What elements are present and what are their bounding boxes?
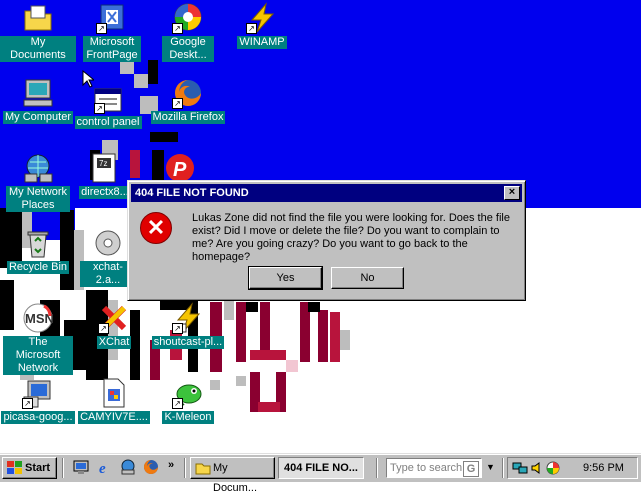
shortcut-arrow-icon: ↗ bbox=[172, 323, 183, 334]
task-button-my-documents[interactable]: My Docum... bbox=[190, 457, 275, 494]
desktop-icon-label: Google Deskt... bbox=[162, 36, 214, 62]
desktop-icon-label: picasa-goog... bbox=[1, 411, 75, 424]
desktop-icon-label: My Network Places bbox=[6, 186, 70, 212]
taskbar-separator bbox=[62, 458, 64, 478]
desktop-icon-label: Recycle Bin bbox=[6, 261, 70, 274]
desktop-icon-picasa[interactable]: ↗ picasa-goog... bbox=[0, 377, 76, 424]
google-desktop-icon: ↗ bbox=[172, 2, 204, 34]
folder-documents-icon bbox=[22, 2, 54, 34]
network-quicklaunch-icon[interactable] bbox=[120, 459, 136, 475]
desktop-icon-winamp[interactable]: ↗ WINAMP bbox=[224, 2, 300, 49]
desktop-icon-label: K-Meleon bbox=[162, 411, 214, 424]
desktop-icon-label: My Documents bbox=[0, 36, 76, 62]
quicklaunch-overflow-chevron[interactable]: » bbox=[168, 459, 174, 471]
frontpage-icon: ↗ bbox=[96, 2, 128, 34]
no-button[interactable]: No bbox=[331, 267, 404, 289]
shortcut-arrow-icon: ↗ bbox=[98, 323, 109, 334]
desktop-icon-shoutcast[interactable]: ↗ shoutcast-pl... bbox=[150, 302, 226, 349]
dialog-message: Lukas Zone did not find the file you wer… bbox=[192, 212, 510, 263]
google-icon: G bbox=[463, 461, 479, 477]
desktop-icon-label: WINAMP bbox=[237, 36, 287, 49]
desktop-icon-camyiv[interactable]: CAMYIV7E.... bbox=[76, 377, 152, 424]
task-button-label: 404 FILE NO... bbox=[284, 462, 358, 474]
desktop-icon-network-places[interactable]: My Network Places bbox=[0, 152, 76, 212]
network-connection-icon[interactable] bbox=[512, 461, 528, 475]
computer-icon bbox=[22, 77, 54, 109]
shortcut-arrow-icon: ↗ bbox=[172, 398, 183, 409]
svg-text:P: P bbox=[173, 159, 187, 181]
internet-explorer-icon[interactable]: e bbox=[97, 459, 113, 475]
desktop-icon-directx[interactable]: 7z directx8... bbox=[78, 152, 132, 199]
shoutcast-icon: ↗ bbox=[172, 302, 204, 334]
clock[interactable]: 9:56 PM bbox=[583, 462, 624, 474]
start-label: Start bbox=[25, 462, 51, 474]
svg-text:e: e bbox=[99, 461, 106, 475]
xchat-installer-icon bbox=[92, 227, 124, 259]
network-icon bbox=[22, 152, 54, 184]
desktop-icon-my-documents[interactable]: My Documents bbox=[0, 2, 76, 62]
directx-icon: 7z bbox=[89, 152, 121, 184]
shortcut-arrow-icon: ↗ bbox=[22, 398, 33, 409]
desktop-icon-my-computer[interactable]: My Computer bbox=[0, 77, 76, 124]
firefox-quicklaunch-icon[interactable] bbox=[143, 459, 159, 475]
yes-button[interactable]: Yes bbox=[248, 266, 323, 290]
svg-text:7z: 7z bbox=[99, 159, 107, 168]
start-button[interactable]: Start bbox=[2, 457, 57, 479]
search-placeholder: Type to search bbox=[390, 462, 463, 474]
mouse-cursor-icon bbox=[82, 70, 94, 88]
winamp-icon: ↗ bbox=[246, 2, 278, 34]
shortcut-arrow-icon: ↗ bbox=[172, 23, 183, 34]
error-icon: ✕ bbox=[140, 212, 172, 244]
search-dropdown-arrow-icon[interactable]: ▼ bbox=[486, 462, 495, 472]
close-button[interactable]: × bbox=[504, 186, 520, 200]
picasa-installer-icon: ↗ bbox=[22, 377, 54, 409]
system-tray: 9:56 PM bbox=[507, 457, 638, 479]
folder-icon bbox=[195, 463, 211, 475]
task-button-label: My Docum... bbox=[213, 462, 258, 494]
volume-icon[interactable] bbox=[530, 461, 544, 475]
msn-icon: MSN bbox=[22, 302, 54, 334]
shortcut-arrow-icon: ↗ bbox=[172, 98, 183, 109]
desktop-icon-label: directx8... bbox=[79, 186, 131, 199]
taskbar-separator bbox=[376, 458, 378, 478]
desktop-icon-xchat[interactable]: ↗ XChat bbox=[76, 302, 152, 349]
shortcut-arrow-icon: ↗ bbox=[96, 23, 107, 34]
taskbar-separator bbox=[184, 458, 186, 478]
desktop-icon-label: shoutcast-pl... bbox=[151, 336, 225, 349]
task-button-404-dialog[interactable]: 404 FILE NO... bbox=[278, 457, 364, 479]
desktop: My Documents ↗ Microsoft FrontPage ↗ Goo… bbox=[0, 0, 641, 453]
shortcut-arrow-icon: ↗ bbox=[246, 23, 257, 34]
windows-logo-icon bbox=[7, 461, 22, 474]
search-input[interactable]: Type to search G bbox=[386, 458, 482, 478]
desktop-icon-recycle-bin[interactable]: Recycle Bin bbox=[0, 227, 76, 274]
error-dialog: 404 FILE NOT FOUND × ✕ Lukas Zone did no… bbox=[127, 180, 526, 301]
desktop-icon-kmeleon[interactable]: ↗ K-Meleon bbox=[150, 377, 226, 424]
taskbar: Start e » My Docum... 404 FILE NO... Typ… bbox=[0, 453, 641, 494]
recycle-bin-icon bbox=[22, 227, 54, 259]
shortcut-arrow-icon: ↗ bbox=[94, 103, 105, 114]
taskbar-separator bbox=[502, 458, 504, 478]
desktop-icon-firefox[interactable]: ↗ Mozilla Firefox bbox=[150, 77, 226, 124]
dialog-titlebar[interactable]: 404 FILE NOT FOUND × bbox=[131, 184, 522, 202]
google-tray-icon[interactable] bbox=[546, 461, 560, 475]
dialog-title: 404 FILE NOT FOUND bbox=[135, 187, 249, 199]
desktop-icon-label: The Microsoft Network bbox=[3, 336, 73, 375]
control-panel-icon: ↗ bbox=[94, 88, 122, 114]
firefox-icon: ↗ bbox=[172, 77, 204, 109]
xchat-icon: ↗ bbox=[98, 302, 130, 334]
desktop-icon-label: CAMYIV7E.... bbox=[78, 411, 150, 424]
kmeleon-icon: ↗ bbox=[172, 377, 204, 409]
desktop-icon-label: Microsoft FrontPage bbox=[83, 36, 141, 62]
desktop-icon-msn[interactable]: MSN The Microsoft Network bbox=[0, 302, 76, 375]
desktop-icon-label: control panel bbox=[74, 116, 142, 129]
desktop-icon-label: XChat bbox=[96, 336, 132, 349]
show-desktop-icon[interactable] bbox=[73, 459, 89, 475]
desktop-icon-label: Mozilla Firefox bbox=[150, 111, 226, 124]
desktop-icon-control-panel[interactable]: ↗ control panel bbox=[70, 88, 146, 129]
document-icon bbox=[98, 377, 130, 409]
desktop-icon-frontpage[interactable]: ↗ Microsoft FrontPage bbox=[74, 2, 150, 62]
desktop-icon-label: My Computer bbox=[2, 111, 74, 124]
desktop-icon-google-desktop[interactable]: ↗ Google Deskt... bbox=[150, 2, 226, 62]
